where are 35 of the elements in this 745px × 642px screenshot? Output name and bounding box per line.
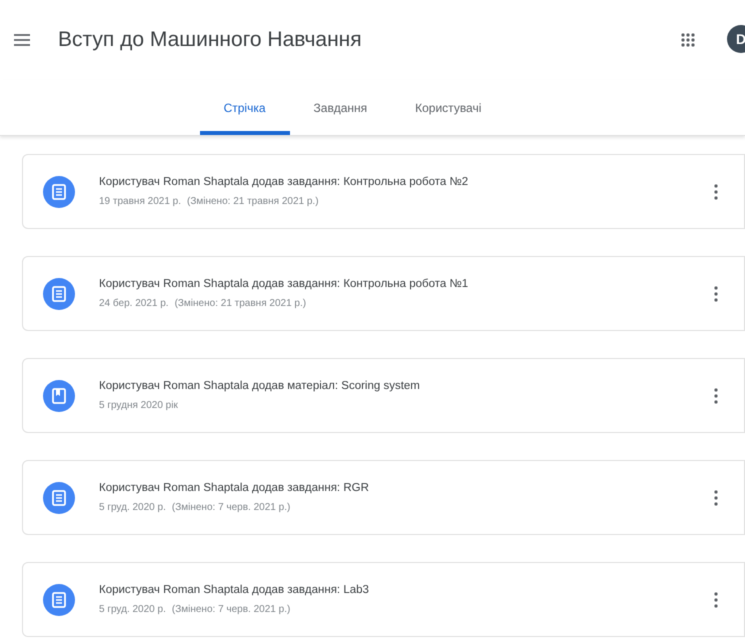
post-text: Користувач Roman Shaptala додав завдання: Контрольна робота №2 <box>99 174 470 190</box>
stream-post-card[interactable]: Користувач Roman Shaptala додав завдання: Контрольна робота №1 24 бер. 2021 р. (Змінено: 21 травня 2021 р.) <box>22 256 745 331</box>
post-date: 5 груд. 2020 р. <box>99 501 166 516</box>
bookmark-page-icon <box>43 380 75 412</box>
edited-date: (Змінено: 21 травня 2021 р.) <box>187 195 319 210</box>
post-date: 24 бер. 2021 р. <box>99 297 169 312</box>
tab[interactable]: Завдання <box>290 80 392 135</box>
stream-post-card[interactable]: Користувач Roman Shaptala додав завдання: Контрольна робота №2 19 травня 2021 р. (Змінено: 21 травня 2021 р.) <box>22 154 745 229</box>
more-options-icon[interactable] <box>714 490 718 506</box>
post-date: 19 травня 2021 р. <box>99 195 181 210</box>
clipboard-icon <box>43 584 75 616</box>
more-options-icon[interactable] <box>714 184 718 200</box>
apps-grid-icon[interactable] <box>681 33 695 47</box>
edited-date: (Змінено: 21 травня 2021 р.) <box>174 297 306 312</box>
post-text: Користувач Roman Shaptala додав завдання: Lab3 <box>99 582 370 598</box>
edited-date: (Змінено: 7 черв. 2021 р.) <box>172 501 290 516</box>
stream-post-card[interactable]: Користувач Roman Shaptala додав матеріал: Scoring system 5 грудня 2020 рік <box>22 358 745 433</box>
more-options-icon[interactable] <box>714 592 718 608</box>
post-text: Користувач Roman Shaptala додав завдання: Контрольна робота №1 <box>99 276 470 292</box>
more-options-icon[interactable] <box>714 286 718 302</box>
tab[interactable]: Стрічка <box>200 80 290 135</box>
post-text: Користувач Roman Shaptala додав матеріал: Scoring system <box>99 378 421 394</box>
tab[interactable]: Користувачі <box>391 80 506 135</box>
post-date: 5 груд. 2020 р. <box>99 603 166 618</box>
stream-post-card[interactable]: Користувач Roman Shaptala додав завдання: Lab3 5 груд. 2020 р. (Змінено: 7 черв. 2021 р.) <box>22 562 745 637</box>
clipboard-icon <box>43 482 75 514</box>
edited-date: (Змінено: 7 черв. 2021 р.) <box>172 603 290 618</box>
post-date: 5 грудня 2020 рік <box>99 399 178 414</box>
menu-icon[interactable] <box>14 34 30 46</box>
more-options-icon[interactable] <box>714 388 718 404</box>
clipboard-icon <box>43 176 75 208</box>
course-title: Вступ до Машинного Навчання <box>58 27 362 54</box>
stream-post-card[interactable]: Користувач Roman Shaptala додав завдання: RGR 5 груд. 2020 р. (Змінено: 7 черв. 2021 р.) <box>22 460 745 535</box>
post-text: Користувач Roman Shaptala додав завдання: RGR <box>99 480 370 496</box>
clipboard-icon <box>43 278 75 310</box>
